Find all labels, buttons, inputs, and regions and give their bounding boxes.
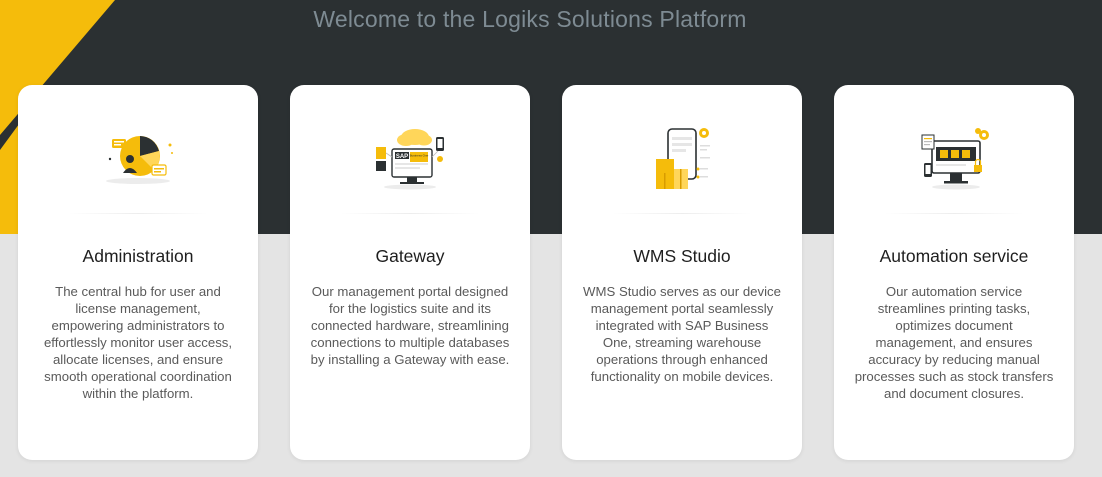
card-description: WMS Studio serves as our device manageme…	[583, 284, 781, 384]
card-description: The central hub for user and license man…	[43, 284, 233, 401]
card-description: Our management portal designed for the l…	[310, 284, 510, 367]
card-divider	[884, 213, 1024, 214]
card-title: WMS Studio	[633, 246, 731, 266]
automation-monitor-icon	[904, 123, 1004, 193]
card-divider	[340, 213, 480, 214]
card-description: Our automation service streamlines print…	[854, 284, 1054, 401]
card-divider	[68, 213, 208, 214]
sap-business-one-text: Business One	[410, 154, 429, 158]
sap-logo-text: SAP	[396, 154, 408, 160]
card-administration[interactable]: Administration The central hub for user …	[18, 85, 258, 460]
card-wms-studio[interactable]: WMS Studio WMS Studio serves as our devi…	[562, 85, 802, 460]
card-gateway[interactable]: SAP Business One Gateway Our management …	[290, 85, 530, 460]
card-title: Automation service	[879, 246, 1029, 266]
card-divider	[612, 213, 752, 214]
wms-mobile-warehouse-icon	[632, 123, 732, 193]
admin-dashboard-icon	[88, 123, 188, 193]
card-title: Gateway	[375, 246, 445, 266]
gateway-sap-icon: SAP Business One	[360, 123, 460, 193]
card-title: Administration	[82, 246, 194, 266]
product-card-list: Administration The central hub for user …	[0, 0, 1102, 477]
card-automation-service[interactable]: Automation service Our automation servic…	[834, 85, 1074, 460]
